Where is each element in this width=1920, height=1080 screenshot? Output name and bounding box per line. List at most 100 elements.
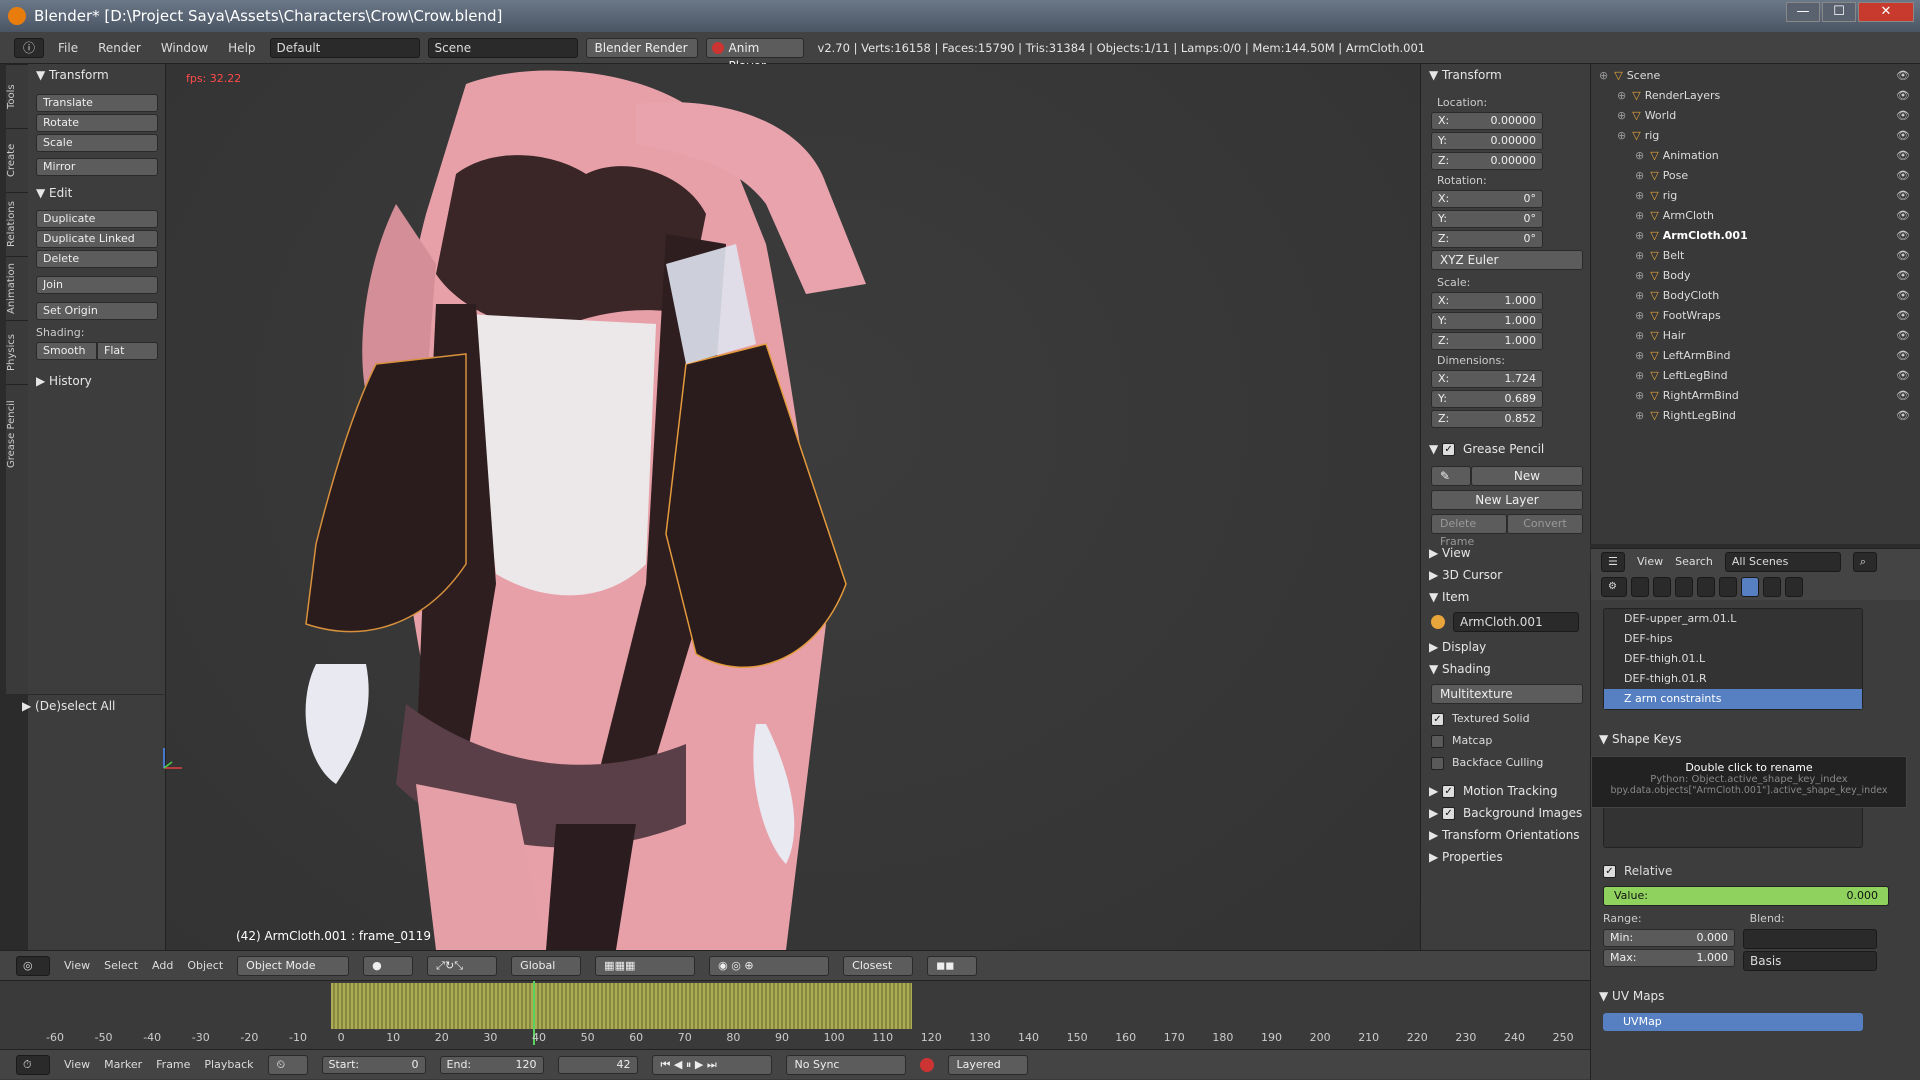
object-tab-icon[interactable]	[1719, 577, 1737, 597]
gp-new-button[interactable]: New	[1471, 466, 1583, 486]
range-min-field[interactable]: Min: 0.000	[1603, 929, 1735, 947]
grease-pencil-checkbox[interactable]: ✓	[1442, 443, 1456, 456]
timeline-editor-icon[interactable]: ⏱	[16, 1054, 50, 1075]
duplicate-linked-button[interactable]: Duplicate Linked	[36, 230, 158, 248]
expand-icon[interactable]: ⊕	[1635, 269, 1644, 282]
edit-panel-header[interactable]: ▼ Edit	[28, 182, 165, 204]
data-tab-icon[interactable]	[1741, 577, 1759, 597]
expand-icon[interactable]: ⊕	[1635, 349, 1644, 362]
expand-icon[interactable]: ⊕	[1635, 329, 1644, 342]
layers-tab-icon[interactable]	[1653, 577, 1671, 597]
visibility-icon[interactable]: 👁	[1896, 346, 1910, 366]
scale-field[interactable]: X: 1.000	[1431, 292, 1543, 310]
tl-menu-view[interactable]: View	[64, 1058, 90, 1071]
outliner-item[interactable]: ⊕ ▽ Animation 👁	[1591, 146, 1920, 166]
outliner-item[interactable]: ⊕ ▽ Scene 👁	[1591, 66, 1920, 86]
operator-panel-header[interactable]: ▶ (De)select All	[14, 694, 164, 716]
sync-dropdown[interactable]: No Sync	[785, 1054, 906, 1075]
location-field[interactable]: X: 0.00000	[1431, 112, 1543, 130]
expand-icon[interactable]: ⊕	[1635, 309, 1644, 322]
info-icon[interactable]: ⓘ	[14, 37, 44, 58]
item-panel-header[interactable]: ▼ Item	[1421, 586, 1590, 608]
manipulator-icons[interactable]: ⤢↻⤡	[427, 955, 498, 976]
history-panel-header[interactable]: ▶ History	[28, 370, 165, 392]
vertex-group-item[interactable]: Z arm constraints	[1604, 689, 1862, 709]
tab-grease-pencil[interactable]: Grease Pencil	[6, 384, 28, 484]
tab-create[interactable]: Create	[6, 128, 28, 192]
outliner-item[interactable]: ⊕ ▽ LeftArmBind 👁	[1591, 346, 1920, 366]
location-field[interactable]: Z: 0.00000	[1431, 152, 1543, 170]
matcap-checkbox[interactable]	[1431, 734, 1444, 748]
minimize-button[interactable]: —	[1786, 2, 1820, 22]
expand-icon[interactable]: ⊕	[1617, 129, 1626, 142]
shading-panel-header[interactable]: ▼ Shading	[1421, 658, 1590, 680]
world-tab-icon[interactable]	[1697, 577, 1715, 597]
editor-type-icon[interactable]: ☰	[1601, 551, 1625, 572]
outliner-item[interactable]: ⊕ ▽ World 👁	[1591, 106, 1920, 126]
gp-convert-button[interactable]: Convert	[1507, 514, 1583, 534]
shading-mode-dropdown[interactable]: Multitexture	[1431, 684, 1583, 704]
preview-range-icon[interactable]: ⏲	[267, 1054, 308, 1075]
expand-icon[interactable]: ⊕	[1617, 89, 1626, 102]
menu-help[interactable]: Help	[222, 41, 261, 55]
expand-icon[interactable]: ⊕	[1635, 209, 1644, 222]
outliner-item[interactable]: ⊕ ▽ ArmCloth.001 👁	[1591, 226, 1920, 246]
maximize-button[interactable]: ☐	[1822, 2, 1856, 22]
anim-player-button[interactable]: Anim Player	[705, 37, 804, 73]
layout-selector[interactable]: Default	[269, 37, 420, 58]
outliner-item[interactable]: ⊕ ▽ Body 👁	[1591, 266, 1920, 286]
tab-animation[interactable]: Animation	[6, 256, 28, 320]
gp-delete-frame-button[interactable]: Delete Frame	[1431, 514, 1507, 548]
outliner-item[interactable]: ⊕ ▽ FootWraps 👁	[1591, 306, 1920, 326]
transform-orientations-header[interactable]: ▶ Transform Orientations	[1421, 824, 1590, 846]
range-max-field[interactable]: Max: 1.000	[1603, 949, 1735, 967]
location-field[interactable]: Y: 0.00000	[1431, 132, 1543, 150]
keying-set-dropdown[interactable]: Layered	[947, 1054, 1028, 1075]
relative-checkbox[interactable]: ✓	[1603, 865, 1616, 878]
end-frame-field[interactable]: End: 120	[439, 1055, 544, 1074]
vp-menu-add[interactable]: Add	[152, 959, 173, 972]
outliner-item[interactable]: ⊕ ▽ rig 👁	[1591, 186, 1920, 206]
start-frame-field[interactable]: Start: 0	[321, 1055, 426, 1074]
visibility-icon[interactable]: 👁	[1896, 106, 1910, 126]
vertex-group-item[interactable]: DEF-hips	[1604, 629, 1862, 649]
outliner-item[interactable]: ⊕ ▽ RightArmBind 👁	[1591, 386, 1920, 406]
rotation-mode-dropdown[interactable]: XYZ Euler	[1431, 250, 1583, 270]
3d-viewport[interactable]: fps: 32.22 (42) ArmCloth.001 : frame_011…	[163, 64, 1420, 950]
display-mode-dropdown[interactable]: All Scenes	[1724, 551, 1841, 572]
expand-icon[interactable]: ⊕	[1635, 289, 1644, 302]
expand-icon[interactable]: ⊕	[1635, 149, 1644, 162]
rotation-field[interactable]: X: 0°	[1431, 190, 1543, 208]
join-button[interactable]: Join	[36, 276, 158, 294]
relative-row[interactable]: ✓ Relative	[1603, 860, 1920, 882]
close-button[interactable]: ✕	[1858, 2, 1914, 22]
menu-file[interactable]: File	[52, 41, 84, 55]
visibility-icon[interactable]: 👁	[1896, 226, 1910, 246]
rotate-button[interactable]: Rotate	[36, 114, 158, 132]
vertex-group-item[interactable]: DEF-upper_arm.01.L	[1604, 609, 1862, 629]
duplicate-button[interactable]: Duplicate	[36, 210, 158, 228]
expand-icon[interactable]: ⊕	[1635, 169, 1644, 182]
expand-icon[interactable]: ⊕	[1635, 389, 1644, 402]
tl-menu-frame[interactable]: Frame	[156, 1058, 190, 1071]
visibility-icon[interactable]: 👁	[1896, 146, 1910, 166]
outliner-item[interactable]: ⊕ ▽ RenderLayers 👁	[1591, 86, 1920, 106]
flat-button[interactable]: Flat	[97, 342, 158, 360]
visibility-icon[interactable]: 👁	[1896, 66, 1910, 86]
scale-field[interactable]: Z: 1.000	[1431, 332, 1543, 350]
mode-dropdown[interactable]: Object Mode	[237, 955, 350, 976]
backface-culling-checkbox[interactable]	[1431, 756, 1444, 770]
search-icon[interactable]: ⌕	[1852, 551, 1877, 572]
item-name-field[interactable]: ArmCloth.001	[1453, 612, 1579, 632]
uv-maps-header[interactable]: ▼ UV Maps	[1591, 985, 1920, 1007]
scene-selector[interactable]: Scene	[427, 37, 578, 58]
dimensions-field[interactable]: Z: 0.852	[1431, 410, 1543, 428]
grease-pencil-header[interactable]: ▼ ✓ Grease Pencil	[1421, 438, 1590, 460]
scene-tab-icon[interactable]	[1675, 577, 1693, 597]
delete-button[interactable]: Delete	[36, 250, 158, 268]
dimensions-field[interactable]: Y: 0.689	[1431, 390, 1543, 408]
outliner-view-menu[interactable]: View	[1637, 555, 1663, 568]
current-frame-field[interactable]: 42	[557, 1055, 638, 1074]
expand-icon[interactable]: ⊕	[1635, 189, 1644, 202]
tl-menu-playback[interactable]: Playback	[204, 1058, 253, 1071]
